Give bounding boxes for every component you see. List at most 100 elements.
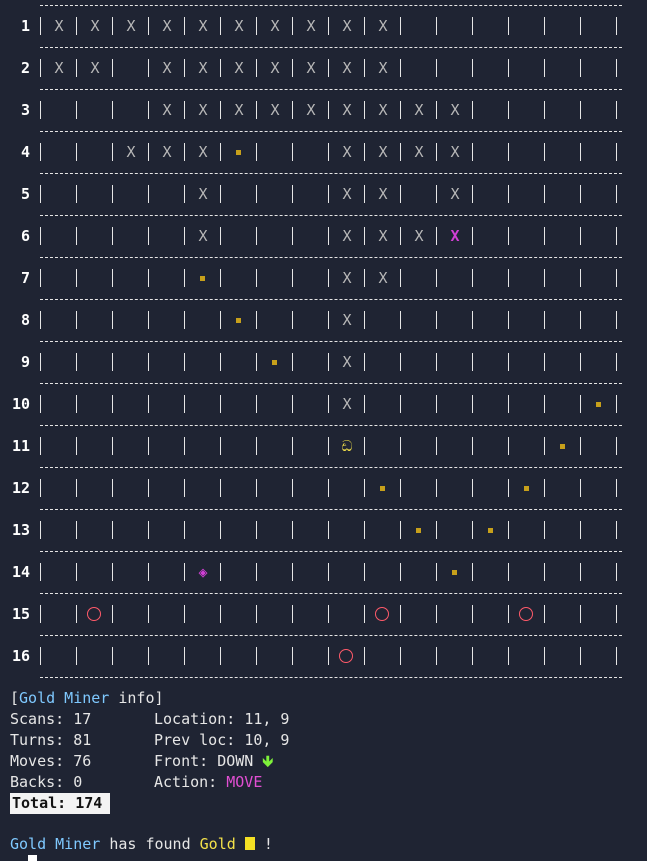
cell-divider	[112, 605, 113, 623]
visited-mark: X	[306, 101, 316, 119]
grid-separator	[40, 47, 622, 48]
cell-divider	[436, 395, 437, 413]
cell-divider	[400, 311, 401, 329]
visited-mark: X	[378, 143, 388, 161]
cell-divider	[472, 17, 473, 35]
visited-mark: X	[378, 227, 388, 245]
cell-divider	[148, 269, 149, 287]
gold-dot-icon	[380, 486, 385, 491]
cell-divider	[76, 185, 77, 203]
cell-divider	[76, 605, 77, 623]
cell-divider	[220, 437, 221, 455]
cell-divider	[256, 437, 257, 455]
cell-divider	[76, 479, 77, 497]
cell-divider	[364, 647, 365, 665]
location-value: 11, 9	[244, 710, 290, 728]
visited-mark: X	[234, 59, 244, 77]
cell-divider	[436, 311, 437, 329]
pit-icon	[87, 607, 101, 621]
cell-divider	[76, 647, 77, 665]
cell-divider	[400, 647, 401, 665]
cell-divider	[112, 353, 113, 371]
cell-divider	[400, 605, 401, 623]
cell-divider	[292, 185, 293, 203]
cell-divider	[616, 437, 617, 455]
cell-divider	[292, 647, 293, 665]
cell-divider	[508, 521, 509, 539]
visited-mark: X	[342, 269, 352, 287]
location-field: Location: 11, 9	[154, 710, 290, 728]
cell-divider	[40, 479, 41, 497]
cell-divider	[112, 101, 113, 119]
cell-divider	[148, 395, 149, 413]
gold-dot-icon	[416, 528, 421, 533]
visited-mark: X	[126, 143, 136, 161]
cell-divider	[472, 353, 473, 371]
info-header: [Gold Miner info]	[10, 689, 164, 707]
cell-divider	[76, 563, 77, 581]
cell-divider	[184, 437, 185, 455]
cell-divider	[328, 605, 329, 623]
visited-mark: X	[342, 59, 352, 77]
row-number: 16	[11, 647, 30, 665]
cell-divider	[544, 353, 545, 371]
cell-divider	[40, 353, 41, 371]
cell-divider	[616, 479, 617, 497]
row-number: 8	[20, 311, 30, 329]
cell-divider	[292, 395, 293, 413]
visited-mark: X	[162, 101, 172, 119]
cell-divider	[184, 353, 185, 371]
cell-divider	[472, 269, 473, 287]
cell-divider	[508, 17, 509, 35]
row-number: 14	[11, 563, 30, 581]
cell-divider	[508, 563, 509, 581]
cell-divider	[580, 227, 581, 245]
visited-mark: X	[126, 17, 136, 35]
visited-mark: X	[378, 269, 388, 287]
cell-divider	[616, 17, 617, 35]
cell-divider	[112, 395, 113, 413]
cell-divider	[112, 479, 113, 497]
cell-divider	[580, 101, 581, 119]
cell-divider	[508, 437, 509, 455]
cell-divider	[328, 647, 329, 665]
info-row-total: Total: 174	[10, 793, 630, 814]
grid-separator	[40, 467, 622, 468]
row-number: 10	[11, 395, 30, 413]
cell-divider	[184, 605, 185, 623]
grid-separator	[40, 593, 622, 594]
gold-block-icon	[244, 837, 255, 850]
grid-separator	[40, 551, 622, 552]
cell-divider	[580, 185, 581, 203]
cell-divider	[580, 563, 581, 581]
cell-divider	[544, 101, 545, 119]
cell-divider	[364, 605, 365, 623]
cell-divider	[328, 479, 329, 497]
cell-divider	[148, 521, 149, 539]
info-row-scans: Scans: 17 Location: 11, 9	[10, 710, 290, 728]
visited-mark: X	[90, 17, 100, 35]
front-field: Front: DOWN 🡻	[154, 752, 274, 770]
row-number: 13	[11, 521, 30, 539]
scans-value: 17	[73, 710, 92, 728]
visited-mark: X	[306, 59, 316, 77]
cell-divider	[616, 59, 617, 77]
visited-mark: X	[270, 101, 280, 119]
cell-divider	[220, 605, 221, 623]
cell-divider	[112, 227, 113, 245]
row-number: 2	[20, 59, 30, 77]
visited-mark: X	[342, 227, 352, 245]
cell-divider	[256, 227, 257, 245]
cell-divider	[40, 395, 41, 413]
cell-divider	[76, 269, 77, 287]
cell-divider	[112, 269, 113, 287]
row-number: 12	[11, 479, 30, 497]
visited-mark: X	[198, 101, 208, 119]
cell-divider	[184, 395, 185, 413]
game-grid: 1 X X X X X X X X X X 2 X X X X X X X X X 3 X X X X X X X X X 4 X X X X X X X 5…	[0, 0, 647, 690]
cell-divider	[436, 269, 437, 287]
cell-divider	[436, 59, 437, 77]
miner-name: Gold Miner	[19, 689, 110, 707]
visited-mark: X	[54, 17, 64, 35]
cell-divider	[580, 17, 581, 35]
